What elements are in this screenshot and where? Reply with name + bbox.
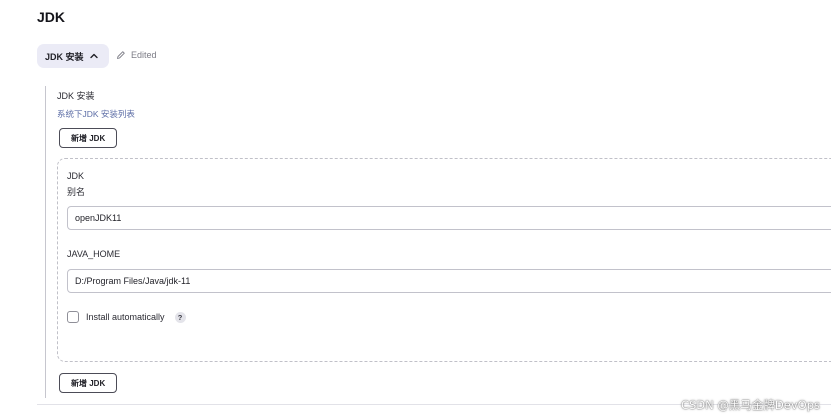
install-automatically-row: Install automatically ?: [67, 311, 186, 323]
edited-label: Edited: [131, 50, 157, 60]
pencil-icon: [117, 51, 125, 59]
jdk-installation-card: [57, 158, 831, 362]
watermark: CSDN @黑马金牌DevOps: [680, 398, 820, 412]
group-heading: JDK 安装: [57, 91, 95, 101]
edited-indicator: Edited: [116, 50, 157, 60]
jdk-installations-toggle-button[interactable]: JDK 安装: [37, 44, 109, 68]
help-icon[interactable]: ?: [174, 311, 186, 323]
alias-input[interactable]: openJDK11: [67, 206, 831, 230]
java-home-input[interactable]: D:/Program Files/Java/jdk-11: [67, 269, 831, 293]
toggle-label: JDK 安装: [45, 51, 84, 62]
add-jdk-button-top[interactable]: 新增 JDK: [59, 128, 118, 148]
java-home-label: JAVA_HOME: [67, 249, 121, 259]
add-jdk-button-bottom[interactable]: 新增 JDK: [59, 373, 118, 393]
alias-label: 别名: [67, 187, 86, 197]
install-automatically-label[interactable]: Install automatically: [86, 312, 165, 322]
group-description: 系统下JDK 安装列表: [57, 109, 135, 119]
install-automatically-checkbox[interactable]: [67, 311, 79, 323]
section-title: JDK: [37, 9, 66, 25]
chevron-up-icon: [89, 53, 98, 59]
group-indent-line: [45, 86, 46, 398]
installation-title: JDK: [67, 171, 85, 181]
